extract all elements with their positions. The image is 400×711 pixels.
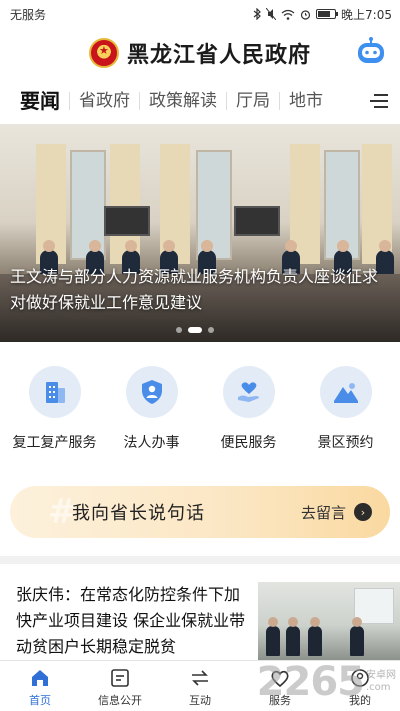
app-header: 黑龙江省人民政府 bbox=[0, 28, 400, 78]
mountain-icon bbox=[319, 366, 372, 418]
service-label: 景区预约 bbox=[317, 435, 374, 451]
service-scenic-booking[interactable]: 景区预约 bbox=[298, 366, 394, 466]
heart-hand-icon bbox=[222, 366, 275, 418]
hero-caption[interactable]: 王文涛与部分人力资源就业服务机构负责人座谈征求对做好保就业工作意见建议 bbox=[10, 264, 390, 316]
clock-text: 晚上7:05 bbox=[341, 7, 392, 22]
national-emblem-icon bbox=[88, 38, 119, 68]
carousel-dot bbox=[188, 327, 202, 333]
thumbnail-photo-element bbox=[350, 617, 364, 656]
section-divider bbox=[0, 556, 400, 564]
info-doc-icon bbox=[111, 669, 129, 687]
nav-mine[interactable]: 我的 bbox=[320, 661, 400, 711]
building-icon bbox=[28, 366, 81, 418]
bottom-nav: 首页 信息公开 互动 服务 我的 bbox=[0, 660, 400, 711]
hero-carousel[interactable]: 王文涛与部分人力资源就业服务机构负责人座谈征求对做好保就业工作意见建议 bbox=[0, 124, 400, 342]
tab-cities[interactable]: 地市 bbox=[280, 92, 332, 110]
nav-interact[interactable]: 互动 bbox=[160, 661, 240, 711]
alarm-icon bbox=[300, 9, 311, 20]
interact-icon bbox=[192, 670, 208, 686]
service-label: 便民服务 bbox=[220, 435, 277, 451]
tab-provincial-gov[interactable]: 省政府 bbox=[70, 92, 140, 110]
thumbnail-photo-element bbox=[308, 617, 322, 656]
home-icon bbox=[32, 670, 48, 686]
nav-home[interactable]: 首页 bbox=[0, 661, 80, 711]
tabs-fade bbox=[334, 80, 364, 122]
nav-info-public[interactable]: 信息公开 bbox=[80, 661, 160, 711]
nav-service[interactable]: 服务 bbox=[240, 661, 320, 711]
service-legal-person[interactable]: 法人办事 bbox=[104, 366, 200, 466]
service-convenience[interactable]: 便民服务 bbox=[201, 366, 297, 466]
nav-label: 信息公开 bbox=[98, 694, 142, 707]
tab-news[interactable]: 要闻 bbox=[20, 91, 70, 111]
tab-departments[interactable]: 厅局 bbox=[227, 92, 280, 110]
nav-label: 服务 bbox=[269, 694, 291, 707]
battery-icon bbox=[316, 9, 339, 19]
carousel-dot bbox=[176, 327, 182, 333]
robot-assistant-icon[interactable] bbox=[356, 37, 386, 65]
news-title: 张庆伟：在常态化防控条件下加快产业项目建设 保企业保就业带动贫困户长期稳定脱贫 bbox=[16, 585, 246, 656]
nav-label: 首页 bbox=[29, 694, 51, 707]
leave-message-label: 去留言 bbox=[300, 503, 346, 522]
thumbnail-photo-element bbox=[266, 617, 280, 656]
status-bar: 无服务 晚上7:05 bbox=[0, 0, 400, 28]
service-resume-work[interactable]: 复工复产服务 bbox=[7, 366, 103, 466]
news-list-item[interactable]: 张庆伟：在常态化防控条件下加快产业项目建设 保企业保就业带动贫困户长期稳定脱贫 bbox=[0, 572, 400, 660]
heart-icon bbox=[271, 670, 289, 688]
hero-photo-element bbox=[234, 206, 280, 236]
thumbnail-photo-element bbox=[286, 617, 300, 656]
app-title: 黑龙江省人民政府 bbox=[126, 42, 311, 68]
person-shield-icon bbox=[125, 366, 178, 418]
quick-services: 复工复产服务 法人办事 便民服务 景区预约 bbox=[0, 366, 400, 466]
service-label: 法人办事 bbox=[123, 435, 180, 451]
news-thumbnail bbox=[258, 582, 400, 660]
carrier-text: 无服务 bbox=[10, 7, 47, 22]
chevron-right-icon: › bbox=[354, 503, 372, 521]
menu-icon[interactable] bbox=[368, 90, 390, 112]
service-label: 复工复产服务 bbox=[12, 435, 97, 451]
banner-title: 我向省长说句话 bbox=[72, 503, 205, 524]
leave-message-button[interactable]: 去留言 › bbox=[301, 502, 372, 523]
nav-label: 互动 bbox=[189, 694, 211, 707]
hero-photo-element bbox=[104, 206, 150, 236]
mute-icon bbox=[266, 8, 277, 20]
bluetooth-icon bbox=[253, 8, 261, 20]
nav-label: 我的 bbox=[349, 694, 371, 707]
governor-message-banner[interactable]: # 我向省长说句话 去留言 › bbox=[10, 486, 390, 538]
tab-policy[interactable]: 政策解读 bbox=[140, 92, 227, 110]
wifi-icon bbox=[281, 9, 295, 20]
carousel-indicator bbox=[176, 327, 214, 333]
user-icon bbox=[351, 669, 369, 687]
carousel-dot bbox=[208, 327, 214, 333]
status-icons: 晚上7:05 bbox=[253, 6, 392, 23]
